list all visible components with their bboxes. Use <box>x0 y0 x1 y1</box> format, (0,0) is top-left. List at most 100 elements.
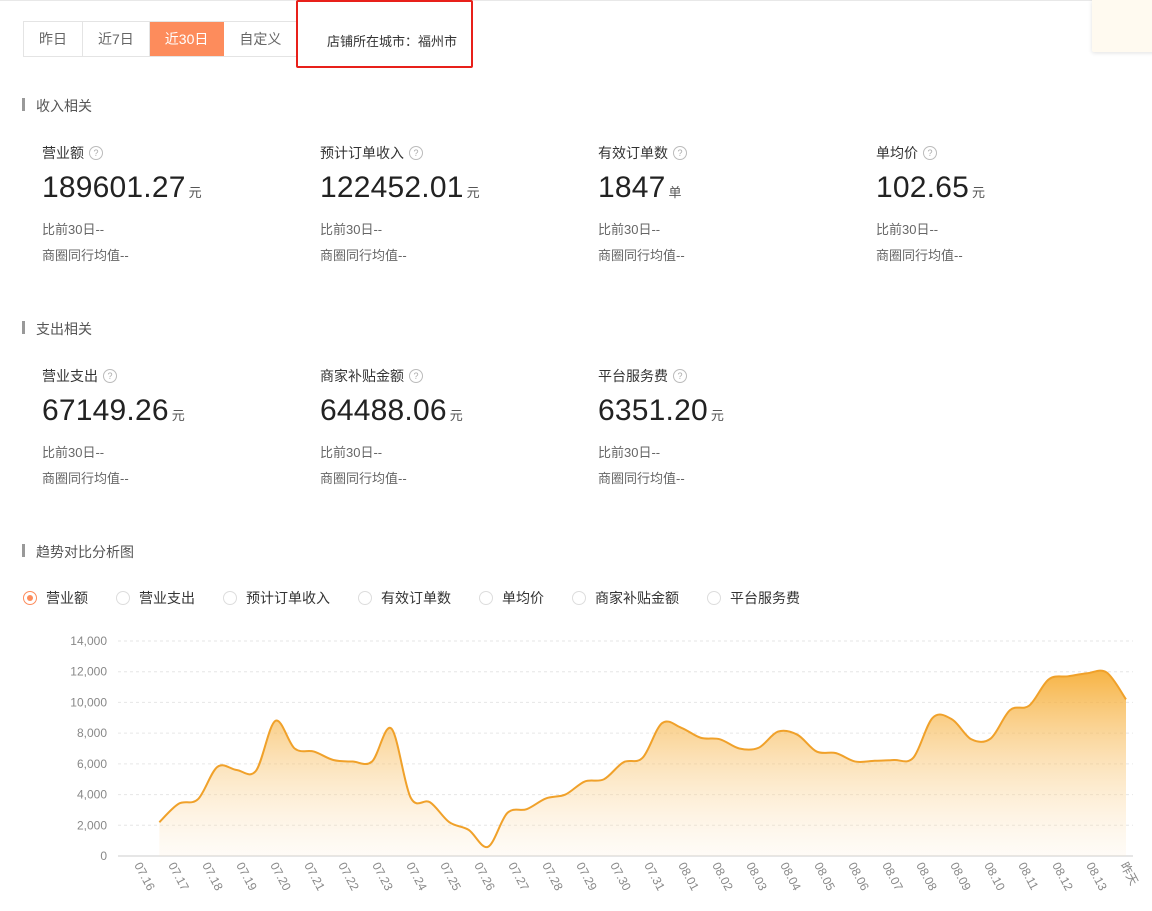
metric-compare: 比前30日-- <box>598 222 661 237</box>
metric-value: 1847 <box>598 171 666 204</box>
y-tick-label: 2,000 <box>77 818 107 832</box>
metric-compare: 比前30日-- <box>320 445 383 460</box>
x-tick-label: 07.29 <box>573 860 600 893</box>
x-tick-label: 07.30 <box>607 860 634 893</box>
metric-value: 6351.20 <box>598 394 708 427</box>
metric-district-avg: 商圈同行均值-- <box>598 248 685 263</box>
y-tick-label: 12,000 <box>70 665 107 679</box>
metric-label: 平台服务费 <box>598 368 668 384</box>
metric-expected-order-income: 预计订单收入? 122452.01 元 比前30日-- 商圈同行均值-- <box>320 143 580 269</box>
metric-compare: 比前30日-- <box>598 445 661 460</box>
x-tick-label: 07.23 <box>369 860 396 893</box>
x-tick-label: 08.11 <box>1015 860 1041 893</box>
radio-label: 营业支出 <box>139 590 195 606</box>
metric-label: 商家补贴金额 <box>320 368 404 384</box>
metric-avg-price: 单均价? 102.65 元 比前30日-- 商圈同行均值-- <box>876 143 1136 269</box>
metric-value: 102.65 <box>876 171 969 204</box>
section-title-expense: 支出相关 <box>22 319 92 339</box>
help-icon[interactable]: ? <box>89 146 103 160</box>
radio-valid-orders[interactable]: 有效订单数 <box>358 588 451 608</box>
tab-yesterday[interactable]: 昨日 <box>24 22 83 56</box>
help-icon[interactable]: ? <box>673 146 687 160</box>
help-icon[interactable]: ? <box>923 146 937 160</box>
help-icon[interactable]: ? <box>673 369 687 383</box>
x-tick-label: 08.09 <box>947 860 974 893</box>
tab-last-7-days[interactable]: 近7日 <box>83 22 150 56</box>
x-tick-label: 07.20 <box>267 860 294 893</box>
metric-district-avg: 商圈同行均值-- <box>876 248 963 263</box>
y-tick-label: 8,000 <box>77 726 107 740</box>
radio-operating-expense[interactable]: 营业支出 <box>116 588 195 608</box>
metric-valid-orders: 有效订单数? 1847 单 比前30日-- 商圈同行均值-- <box>598 143 858 269</box>
radio-revenue[interactable]: 营业额 <box>23 588 88 608</box>
corner-card-mark-icon: ▘ <box>1140 0 1149 6</box>
radio-dot-icon <box>23 591 37 605</box>
radio-dot-icon <box>572 591 586 605</box>
x-tick-label: 07.17 <box>165 860 192 893</box>
top-divider <box>0 0 1152 1</box>
section-title-income: 收入相关 <box>22 96 92 116</box>
metric-unit: 元 <box>188 185 202 200</box>
metric-label: 有效订单数 <box>598 145 668 161</box>
radio-expected-order-income[interactable]: 预计订单收入 <box>223 588 330 608</box>
x-tick-label: 07.19 <box>233 860 260 893</box>
trend-metric-selector: 营业额 营业支出 预计订单收入 有效订单数 单均价 商家补贴金额 平台服务费 <box>23 588 828 608</box>
metric-unit: 单 <box>668 185 682 200</box>
help-icon[interactable]: ? <box>409 146 423 160</box>
tab-last-30-days[interactable]: 近30日 <box>149 22 225 56</box>
radio-dot-icon <box>116 591 130 605</box>
metric-value: 67149.26 <box>42 394 169 427</box>
help-icon[interactable]: ? <box>409 369 423 383</box>
metric-unit: 元 <box>171 408 185 423</box>
x-tick-label: 07.28 <box>539 860 566 893</box>
x-tick-label: 08.06 <box>845 860 872 893</box>
metric-district-avg: 商圈同行均值-- <box>42 248 129 263</box>
revenue-trend-chart: 0 2,000 4,000 6,000 8,000 10,000 12,000 14,000 0… <box>70 634 1141 893</box>
metric-label: 预计订单收入 <box>320 145 404 161</box>
radio-label: 单均价 <box>502 590 544 606</box>
y-tick-label: 4,000 <box>77 788 107 802</box>
tab-custom[interactable]: 自定义 <box>224 22 297 56</box>
date-range-tabs: 昨日 近7日 近30日 自定义 <box>23 21 298 57</box>
x-tick-label: 07.18 <box>199 860 226 893</box>
radio-avg-price[interactable]: 单均价 <box>479 588 544 608</box>
store-city-label: 店铺所在城市：福州市 <box>327 34 458 49</box>
radio-platform-fee[interactable]: 平台服务费 <box>707 588 800 608</box>
radio-dot-icon <box>707 591 721 605</box>
x-tick-label: 07.22 <box>335 860 362 893</box>
radio-label: 有效订单数 <box>381 590 451 606</box>
x-tick-label: 07.31 <box>641 860 668 893</box>
metric-value: 122452.01 <box>320 171 464 204</box>
metric-compare: 比前30日-- <box>42 445 105 460</box>
metric-district-avg: 商圈同行均值-- <box>320 248 407 263</box>
metric-label: 营业支出 <box>42 368 98 384</box>
x-tick-label: 08.12 <box>1049 860 1076 893</box>
y-tick-label: 10,000 <box>70 695 107 709</box>
x-tick-label: 08.04 <box>777 860 804 893</box>
x-tick-label: 08.13 <box>1083 860 1110 893</box>
radio-dot-icon <box>223 591 237 605</box>
x-tick-label: 07.25 <box>437 860 464 893</box>
metric-label: 营业额 <box>42 145 84 161</box>
revenue-area-fill <box>159 670 1127 856</box>
metric-value: 64488.06 <box>320 394 447 427</box>
metric-unit: 元 <box>710 408 724 423</box>
radio-label: 营业额 <box>46 590 88 606</box>
metric-district-avg: 商圈同行均值-- <box>42 471 129 486</box>
help-icon[interactable]: ? <box>103 369 117 383</box>
x-tick-label: 07.26 <box>471 860 498 893</box>
metric-platform-fee: 平台服务费? 6351.20 元 比前30日-- 商圈同行均值-- <box>598 366 858 492</box>
radio-merchant-subsidy[interactable]: 商家补贴金额 <box>572 588 679 608</box>
metric-merchant-subsidy: 商家补贴金额? 64488.06 元 比前30日-- 商圈同行均值-- <box>320 366 580 492</box>
floating-corner-card[interactable] <box>1092 0 1152 52</box>
x-tick-label: 08.05 <box>811 860 838 893</box>
section-title-trend: 趋势对比分析图 <box>22 542 134 562</box>
metric-compare: 比前30日-- <box>876 222 939 237</box>
y-tick-label: 14,000 <box>70 634 107 648</box>
metric-unit: 元 <box>466 185 480 200</box>
x-tick-label: 07.24 <box>403 860 430 893</box>
metric-revenue: 营业额? 189601.27 元 比前30日-- 商圈同行均值-- <box>42 143 302 269</box>
metric-operating-expense: 营业支出? 67149.26 元 比前30日-- 商圈同行均值-- <box>42 366 302 492</box>
x-tick-label: 07.21 <box>301 860 328 893</box>
radio-label: 商家补贴金额 <box>595 590 679 606</box>
